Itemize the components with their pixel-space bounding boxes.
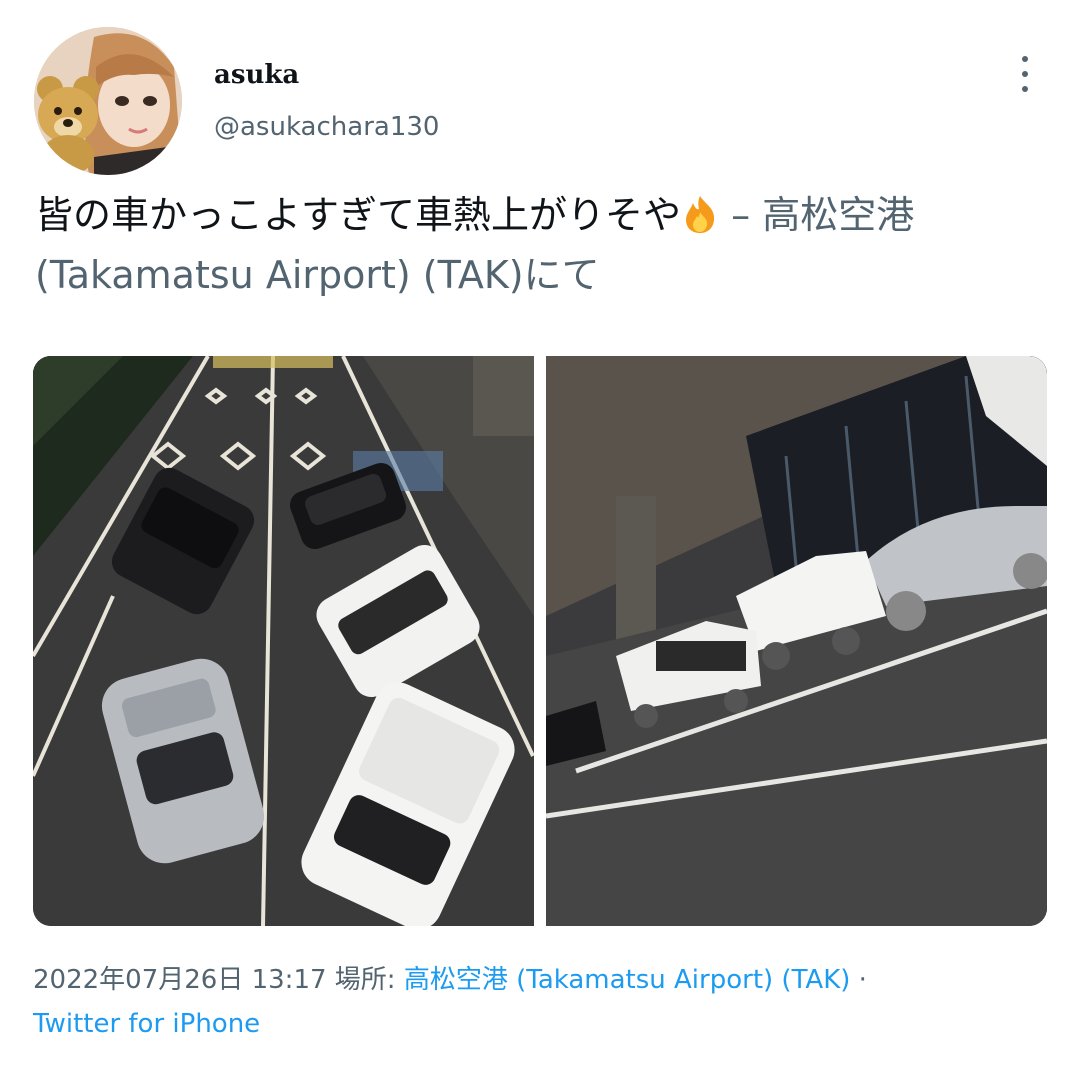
tweet-photo-1[interactable] bbox=[33, 356, 534, 926]
tweet-meta: 2022年07月26日 13:17 場所: 高松空港 (Takamatsu Ai… bbox=[33, 958, 1043, 1046]
tweet-text: 皆の車かっこよすぎて車熱上がりそや – 高松空港 (Takamatsu Airp… bbox=[35, 185, 1045, 305]
tweet-text-main: 皆の車かっこよすぎて車熱上がりそや bbox=[35, 193, 682, 237]
fire-emoji-icon bbox=[681, 191, 719, 233]
meta-separator: · bbox=[850, 965, 867, 995]
parking-photo-top-view bbox=[33, 356, 534, 926]
tweet-photo-2[interactable] bbox=[546, 356, 1047, 926]
author-handle[interactable]: @asukachara130 bbox=[214, 112, 439, 142]
place-link[interactable]: 高松空港 (Takamatsu Airport) (TAK) bbox=[404, 965, 851, 995]
more-vertical-icon[interactable] bbox=[1010, 54, 1040, 94]
source-link[interactable]: Twitter for iPhone bbox=[33, 1009, 260, 1039]
tweet-text-dash: – bbox=[719, 193, 763, 237]
avatar-image bbox=[34, 27, 182, 175]
place-label: 場所: bbox=[326, 965, 404, 995]
tweet-timestamp[interactable]: 2022年07月26日 13:17 bbox=[33, 965, 327, 995]
avatar[interactable] bbox=[34, 27, 182, 175]
parking-photo-side-view bbox=[546, 356, 1047, 926]
author-name[interactable]: asuka bbox=[214, 60, 299, 90]
